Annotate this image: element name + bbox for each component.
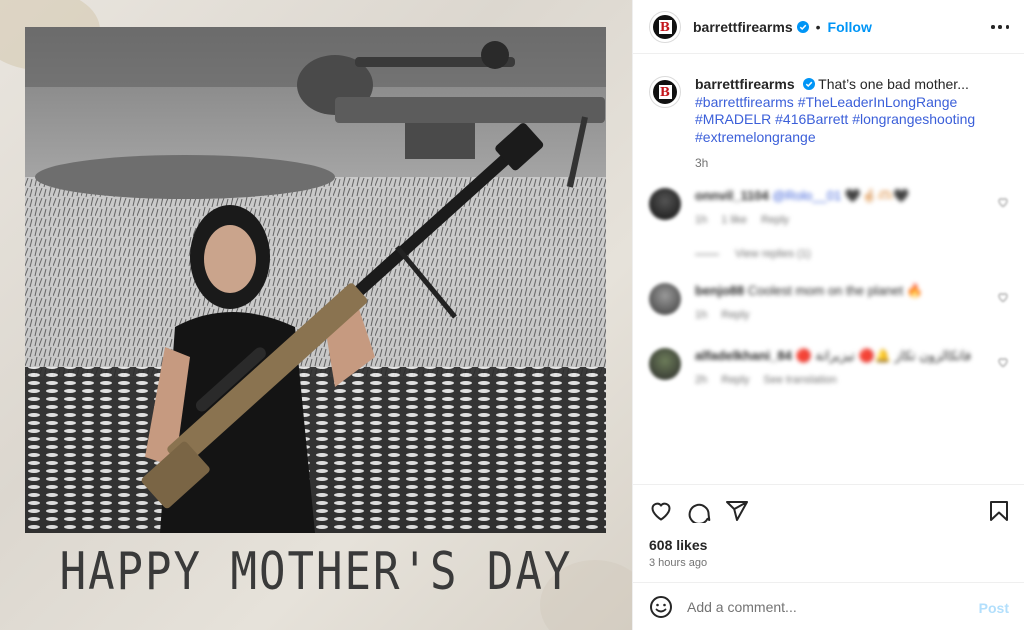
photo-illustration [25, 27, 606, 533]
caption-age: 3h [695, 156, 709, 170]
hashtag-link[interactable]: #TheLeaderInLongRange [798, 94, 958, 110]
comment-reply-link[interactable]: Reply [721, 374, 749, 386]
comment-reply-link[interactable]: Reply [721, 309, 749, 321]
brand-logo: B [653, 80, 677, 104]
commenter-username[interactable]: benjo88 [695, 283, 744, 298]
commenter-avatar[interactable] [649, 283, 681, 315]
view-replies-link[interactable]: View replies (1) [695, 248, 811, 260]
post-caption: B barrettfirearms That’s one bad mother.… [649, 76, 1009, 173]
post-timestamp[interactable]: 3 hours ago [649, 557, 707, 569]
account-username[interactable]: barrettfirearms [693, 19, 793, 35]
commenter-avatar[interactable] [649, 348, 681, 380]
comment-body: onnvil_1104 @Rolo__01 🖤🤞🏻🫶🏻🖤 1h 1 like Rep… [695, 188, 980, 226]
commenter-username[interactable]: onnvil_1104 [695, 188, 769, 203]
brand-logo: B [653, 14, 677, 39]
account-avatar[interactable]: B [649, 10, 681, 43]
follow-button[interactable]: Follow [828, 19, 872, 35]
comment-reply-link[interactable]: Reply [761, 214, 789, 226]
add-comment-bar: Post [633, 582, 1024, 630]
comment-age: 2h [695, 374, 708, 386]
comment-age: 1h [695, 214, 708, 226]
comment-age: 1h [695, 309, 708, 321]
heart-icon[interactable] [997, 196, 1009, 208]
post-photo[interactable] [25, 27, 606, 533]
comment-likes[interactable]: 1 like [721, 214, 747, 226]
bookmark-icon[interactable] [987, 499, 1011, 523]
caption-message: That’s one bad mother... [818, 76, 969, 92]
comment-item: onnvil_1104 @Rolo__01 🖤🤞🏻🫶🏻🖤 1h 1 like Rep… [649, 188, 1009, 226]
heart-icon[interactable] [997, 291, 1009, 303]
post-header: B barrettfirearms • Follow [633, 0, 1024, 54]
commenter-avatar[interactable] [649, 188, 681, 220]
hashtag-link[interactable]: #barrettfirearms [695, 94, 794, 110]
caption-username[interactable]: barrettfirearms [695, 76, 795, 92]
hashtag-link[interactable]: #extremelongrange [695, 129, 816, 145]
comment-body: benjo88 Coolest mom on the planet 🔥 1h Re… [695, 283, 980, 321]
see-translation-link[interactable]: See translation [763, 374, 836, 386]
separator-dot: • [815, 18, 821, 35]
brand-logo-letter: B [658, 85, 672, 99]
hashtag-link[interactable]: #longrangeshooting [852, 111, 975, 127]
caption-avatar[interactable]: B [649, 76, 681, 108]
comment-text: @Rolo__01 🖤🤞🏻🫶🏻🖤 [772, 188, 910, 203]
brand-logo-letter: B [658, 19, 672, 34]
comment-text: 🔴 فاتكالزون تكاز 🔔🔴 تيزيراتة [795, 348, 972, 363]
emoji-icon[interactable] [649, 595, 673, 619]
comment-item: benjo88 Coolest mom on the planet 🔥 1h Re… [649, 283, 1009, 321]
commenter-username[interactable]: alfadelkhani_84 [695, 348, 792, 363]
like-count[interactable]: 608 likes [649, 537, 707, 553]
heart-icon[interactable] [649, 499, 673, 523]
comment-body: alfadelkhani_84 🔴 فاتكالزون تكاز 🔔🔴 تيزي… [695, 348, 980, 386]
more-options-icon[interactable] [991, 18, 1009, 36]
hashtag-link[interactable]: #MRADELR [695, 111, 771, 127]
post-comment-button[interactable]: Post [979, 600, 1009, 616]
post-media: HAPPY MOTHER'S DAY [0, 0, 632, 630]
verified-badge-icon [802, 78, 815, 90]
image-caption-art: HAPPY MOTHER'S DAY [59, 541, 573, 602]
comment-text: Coolest mom on the planet 🔥 [747, 283, 923, 298]
verified-badge-icon [796, 20, 809, 33]
action-bar [633, 484, 1024, 536]
heart-icon[interactable] [997, 356, 1009, 368]
comment-icon[interactable] [687, 499, 711, 523]
share-icon[interactable] [725, 499, 749, 523]
comment-input[interactable] [687, 598, 947, 615]
reply-divider [695, 253, 719, 255]
hashtag-link[interactable]: #416Barrett [775, 111, 848, 127]
comment-item: alfadelkhani_84 🔴 فاتكالزون تكاز 🔔🔴 تيزي… [649, 348, 1009, 386]
caption-text-block: barrettfirearms That’s one bad mother...… [695, 76, 995, 173]
post-sidebar: B barrettfirearms • Follow B barrettfire… [632, 0, 1024, 630]
view-replies-label: View replies (1) [735, 248, 811, 260]
